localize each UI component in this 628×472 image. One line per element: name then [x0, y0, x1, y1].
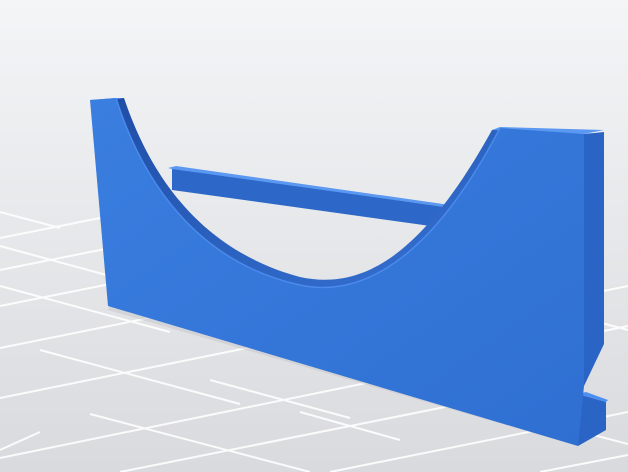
render-viewport [0, 0, 628, 472]
part-right-side [584, 132, 604, 386]
